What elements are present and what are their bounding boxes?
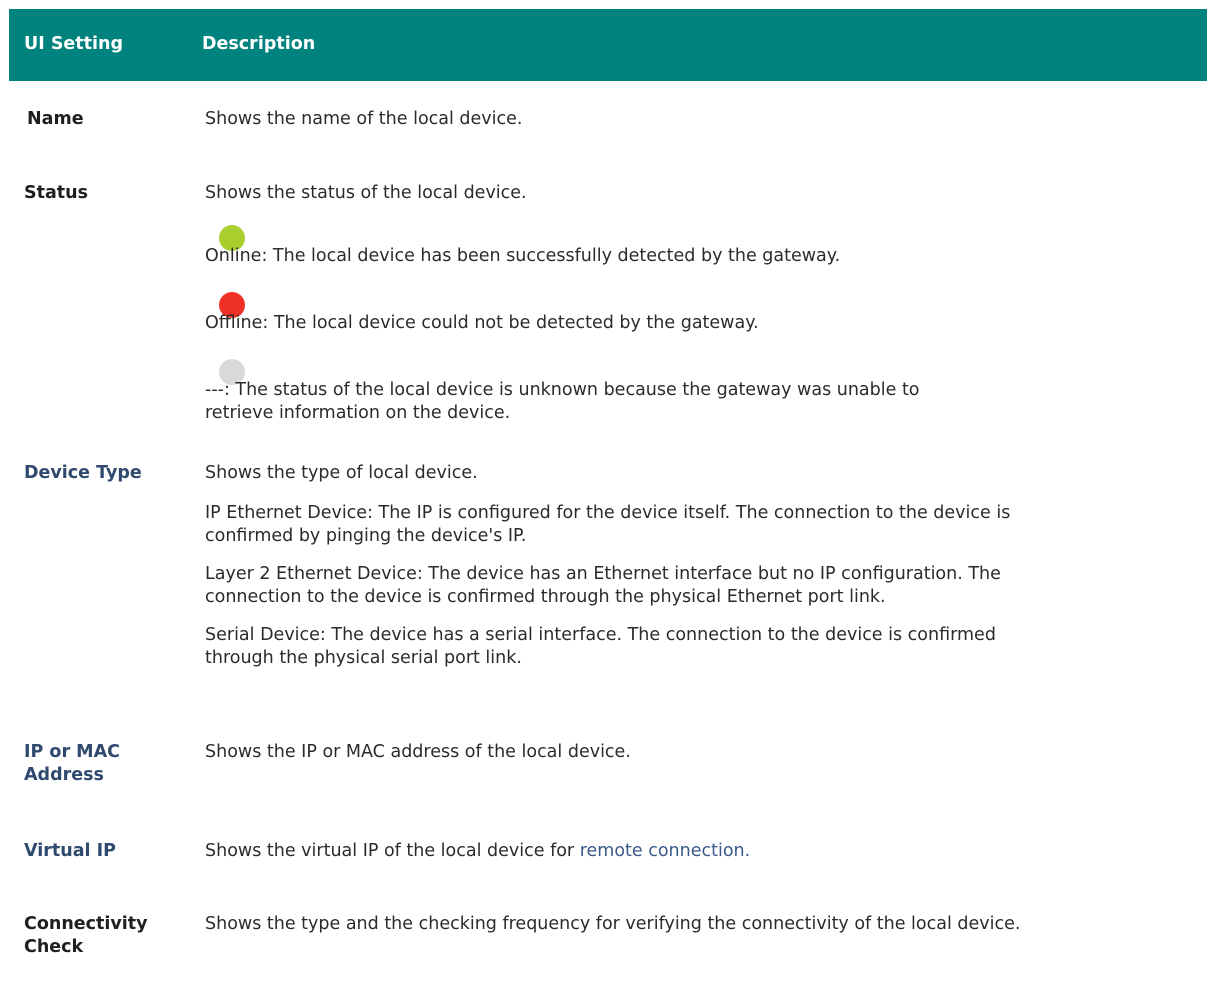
- desc-status: Shows the status of the local device. On…: [205, 182, 1205, 423]
- device-type-ip-ethernet-line1: IP Ethernet Device: The IP is configured…: [205, 503, 1011, 523]
- label-ip-mac: IP or MAC Address: [24, 741, 194, 787]
- status-offline-text: Offline: The local device could not be d…: [205, 313, 759, 333]
- desc-name: Shows the name of the local device.: [205, 109, 523, 129]
- device-type-layer2-line1: Layer 2 Ethernet Device: The device has …: [205, 564, 1001, 584]
- table-header: UI Setting Description: [9, 9, 1207, 81]
- label-connectivity-line1: Connectivity: [24, 914, 148, 934]
- device-type-intro: Shows the type of local device.: [205, 463, 478, 483]
- status-unknown-text-line2: retrieve information on the device.: [205, 403, 511, 423]
- label-device-type: Device Type: [24, 463, 142, 483]
- desc-virtual-ip: Shows the virtual IP of the local device…: [205, 840, 1205, 863]
- label-ip-mac-line1: IP or MAC: [24, 742, 120, 762]
- label-status: Status: [24, 183, 89, 203]
- label-connectivity-check: Connectivity Check: [24, 913, 194, 959]
- device-type-serial-line1: Serial Device: The device has a serial i…: [205, 625, 996, 645]
- status-online-text: Online: The local device has been succes…: [205, 246, 841, 266]
- device-type-ip-ethernet-line2: confirmed by pinging the device's IP.: [205, 526, 527, 546]
- device-type-layer2-line2: connection to the device is confirmed th…: [205, 587, 886, 607]
- label-connectivity-line2: Check: [24, 937, 84, 957]
- desc-ip-mac: Shows the IP or MAC address of the local…: [205, 742, 631, 762]
- label-ip-mac-line2: Address: [24, 765, 104, 785]
- ui-settings-table: UI Setting Description Name Shows the na…: [9, 9, 1207, 957]
- label-virtual-ip: Virtual IP: [24, 841, 116, 861]
- header-description: Description: [202, 34, 316, 54]
- label-name: Name: [27, 109, 84, 129]
- desc-connectivity-check: Shows the type and the checking frequenc…: [205, 914, 1021, 934]
- header-ui-setting: UI Setting: [24, 34, 124, 54]
- status-intro: Shows the status of the local device.: [205, 183, 527, 203]
- device-type-serial-line2: through the physical serial port link.: [205, 648, 522, 668]
- desc-virtual-ip-text: Shows the virtual IP of the local device…: [205, 841, 580, 861]
- remote-connection-link[interactable]: remote connection.: [580, 841, 751, 861]
- status-unknown-text-line1: ---: The status of the local device is u…: [205, 380, 920, 400]
